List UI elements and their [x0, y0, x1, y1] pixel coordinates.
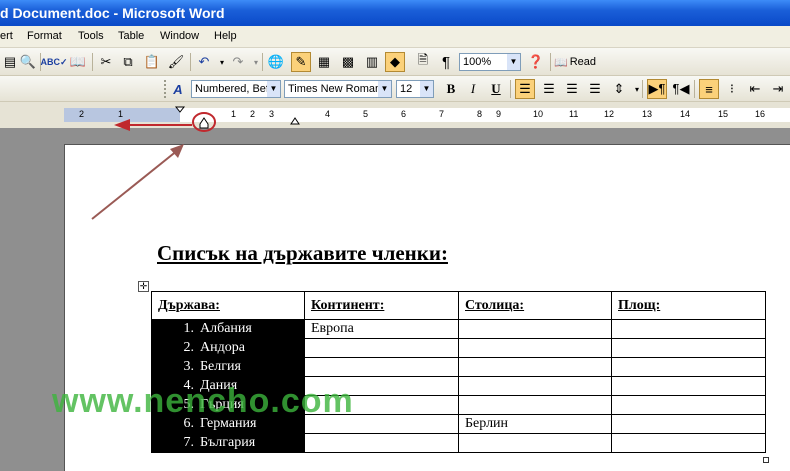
annotation-overlay — [91, 106, 300, 220]
diagonal-arrow — [91, 144, 184, 220]
left-arrow — [114, 119, 192, 131]
